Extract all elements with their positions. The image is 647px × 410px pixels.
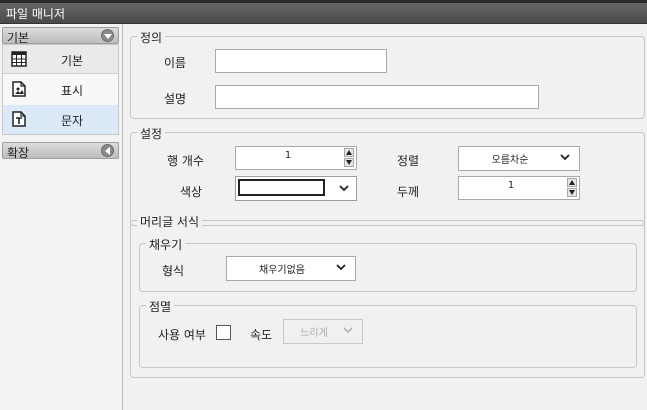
- color-picker[interactable]: [235, 176, 357, 201]
- description-label: 설명: [164, 92, 187, 106]
- align-select[interactable]: 오름차순: [458, 146, 580, 171]
- blink-use-checkbox[interactable]: [216, 325, 231, 340]
- row-count-label: 행 개수: [167, 154, 204, 168]
- description-input[interactable]: [215, 85, 539, 109]
- group-legend: 채우기: [146, 236, 186, 253]
- fill-type-select[interactable]: 채우기없음: [226, 256, 356, 281]
- color-swatch: [238, 179, 325, 196]
- chevron-down-icon: [560, 154, 570, 161]
- sidebar-group-label: 확장: [7, 146, 30, 160]
- name-input[interactable]: [215, 49, 387, 73]
- color-label: 색상: [180, 185, 203, 199]
- fill-type-label: 형식: [162, 264, 185, 278]
- header-format-group: 머리글 서식 채우기 형식 채우기없음 점멸 사용 여부 속도 느리게: [130, 213, 645, 378]
- blink-speed-label: 속도: [250, 328, 273, 342]
- group-legend: 정의: [137, 29, 166, 46]
- name-label: 이름: [164, 56, 187, 70]
- fill-group: 채우기 형식 채우기없음: [139, 236, 637, 292]
- settings-group: 설정 행 개수 1 정렬 오름차순 색상 두께 1: [130, 125, 645, 226]
- sidebar-item-label: 기본: [60, 54, 84, 68]
- sidebar-item-display[interactable]: 표시: [3, 75, 118, 104]
- group-legend: 점멸: [146, 298, 175, 315]
- sidebar: 기본 기본 표시 문자 확장: [0, 24, 123, 410]
- blink-speed-select[interactable]: 느리게: [283, 319, 363, 344]
- blink-group: 점멸 사용 여부 속도 느리게: [139, 298, 637, 368]
- increment-arrow-icon[interactable]: [344, 148, 354, 157]
- sidebar-item-label: 문자: [60, 114, 84, 128]
- stepper-arrows: [343, 148, 355, 168]
- thickness-value: 1: [507, 180, 515, 191]
- sidebar-group-basic[interactable]: 기본: [2, 27, 119, 45]
- sidebar-item-label: 표시: [60, 84, 84, 98]
- stepper-arrows: [566, 178, 578, 198]
- properties-panel: 정의 이름 설명 설정 행 개수 1 정렬 오름차순 색상 두께 1 머리글 서…: [124, 24, 647, 410]
- sidebar-nav-list: 기본 표시 문자: [2, 44, 119, 135]
- definition-group: 정의 이름 설명: [130, 29, 645, 119]
- grid-table-icon: [11, 51, 27, 67]
- group-legend: 설정: [137, 125, 166, 142]
- chevron-down-icon: [343, 327, 353, 334]
- collapse-icon[interactable]: [101, 29, 114, 42]
- decrement-arrow-icon[interactable]: [344, 158, 354, 167]
- increment-arrow-icon[interactable]: [567, 178, 577, 187]
- expand-icon[interactable]: [101, 144, 114, 157]
- document-text-icon: [12, 111, 26, 127]
- decrement-arrow-icon[interactable]: [567, 188, 577, 197]
- blink-use-label: 사용 여부: [158, 328, 206, 342]
- document-image-icon: [12, 81, 26, 97]
- group-legend: 머리글 서식: [137, 213, 203, 230]
- thickness-label: 두께: [397, 185, 420, 199]
- chevron-down-icon: [336, 264, 346, 271]
- chevron-down-icon: [339, 185, 349, 192]
- window-title: 파일 매니저: [6, 7, 66, 21]
- thickness-stepper[interactable]: 1: [458, 176, 580, 200]
- title-bar: 파일 매니저: [0, 0, 647, 24]
- sidebar-item-text[interactable]: 문자: [3, 105, 118, 134]
- sidebar-item-basic[interactable]: 기본: [3, 45, 118, 74]
- align-label: 정렬: [397, 154, 420, 168]
- sidebar-group-extended[interactable]: 확장: [2, 142, 119, 160]
- row-count-value: 1: [284, 150, 292, 161]
- title-bar-top-edge: [0, 0, 647, 3]
- row-count-stepper[interactable]: 1: [235, 146, 357, 170]
